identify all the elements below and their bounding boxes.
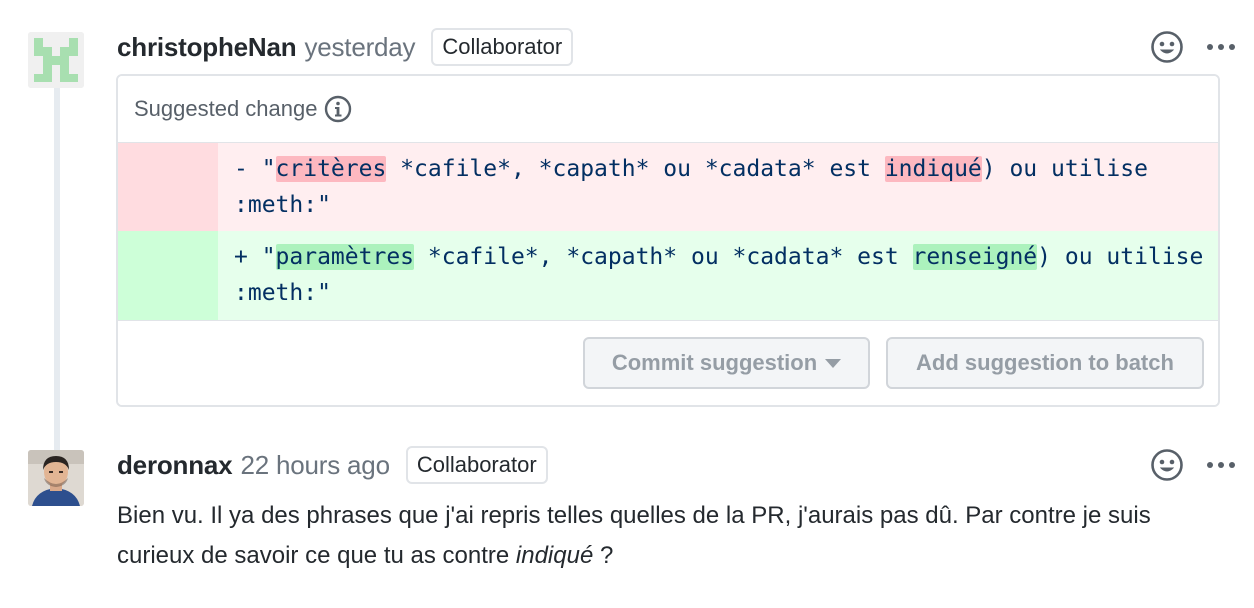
author-name[interactable]: christopheNan [117,32,297,63]
commit-suggestion-button[interactable]: Commit suggestion [583,337,870,389]
suggested-change-header: Suggested change [118,76,1218,143]
diff-gutter [118,143,218,231]
timeline-line [54,86,60,450]
diff-deleted-line: - "critères *cafile*, *capath* ou *cadat… [118,143,1218,231]
kebab-horizontal-icon[interactable] [1206,42,1236,52]
diff-added-code: + "paramètres *cafile*, *capath* ou *cad… [218,231,1218,320]
kebab-horizontal-icon[interactable] [1206,460,1236,470]
comment-header: deronnax 22 hours ago Collaborator [117,445,1236,485]
author-name[interactable]: deronnax [117,450,233,481]
collaborator-badge: Collaborator [405,446,548,484]
deleted-highlight: indiqué [884,156,982,182]
suggested-change-box: Suggested change - "critères *cafile*, *… [116,74,1220,407]
add-suggestion-to-batch-button[interactable]: Add suggestion to batch [886,337,1204,389]
comment-header: christopheNan yesterday Collaborator [117,27,1236,67]
avatar-deronnax[interactable] [28,450,84,506]
commit-suggestion-label: Commit suggestion [611,350,818,375]
diff-gutter [118,231,218,320]
comment-body: Bien vu. Il ya des phrases que j'ai repr… [117,502,1151,569]
add-suggestion-to-batch-label: Add suggestion to batch [916,350,1174,375]
added-highlight: renseigné [912,244,1038,270]
timestamp[interactable]: 22 hours ago [240,450,390,481]
smiley-icon[interactable] [1150,448,1184,482]
avatar-christophenan[interactable] [28,32,84,88]
suggestion-actions: Commit suggestion Add suggestion to batc… [118,321,1218,405]
emphasized-word: indiqué [515,542,594,569]
smiley-icon[interactable] [1150,30,1184,64]
diff-deleted-code: - "critères *cafile*, *capath* ou *cadat… [218,143,1218,231]
info-icon[interactable] [324,95,352,123]
deleted-highlight: critères [275,156,387,182]
suggested-change-title: Suggested change [134,96,318,121]
collaborator-badge: Collaborator [431,28,574,66]
triangle-down-icon [825,358,842,368]
added-highlight: paramètres [275,244,415,270]
diff-added-line: + "paramètres *cafile*, *capath* ou *cad… [118,231,1218,321]
timestamp[interactable]: yesterday [304,32,415,63]
